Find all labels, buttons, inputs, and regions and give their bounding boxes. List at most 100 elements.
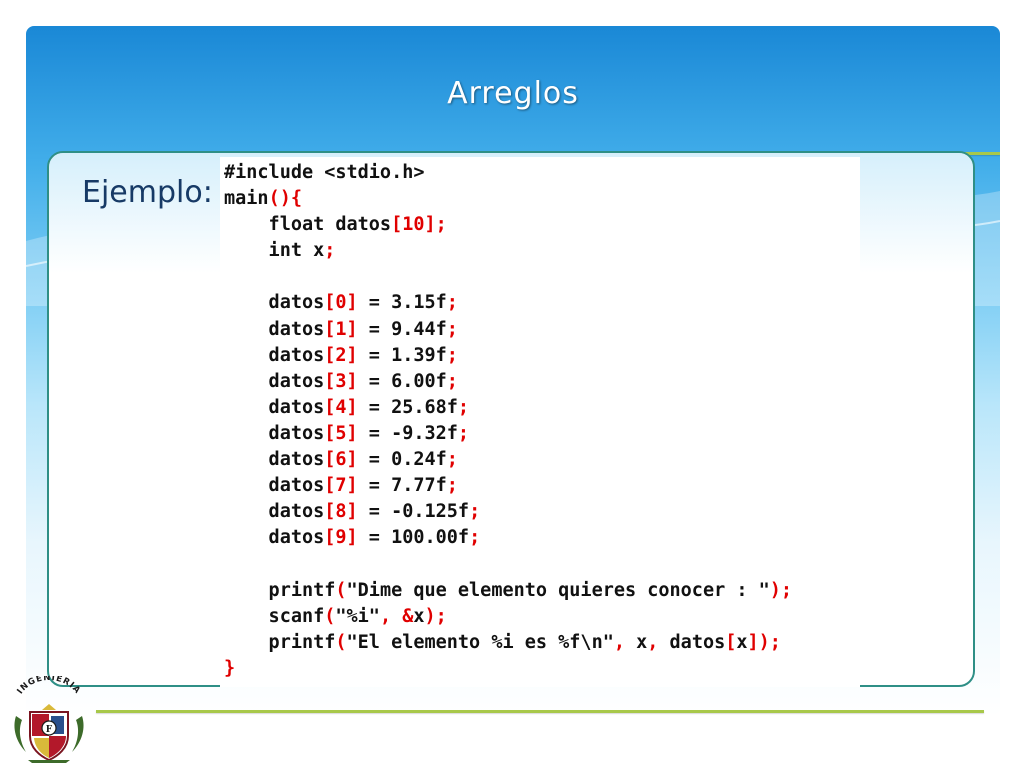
code-line: } [224,656,792,682]
code-line: datos[3] = 6.00f; [224,369,792,395]
code-token: 1.39f [391,344,447,366]
code-token: ; [446,370,458,392]
code-token: ; [469,527,481,549]
code-token: ] [346,396,358,418]
code-token: [ [324,370,336,392]
code-line: datos[0] = 3.15f; [224,290,792,316]
code-token: 3.15f [391,292,447,314]
code-token: ; [469,501,481,523]
code-token: ] [346,422,358,444]
code-token: [ [324,318,336,340]
code-token: #include <stdio.h> [224,162,425,183]
code-token: ); [424,605,447,627]
code-token: [ [324,449,336,471]
code-token: (){ [268,188,302,210]
code-token: datos [224,501,325,523]
code-token: -0.125f [391,501,470,523]
code-token: ); [769,579,793,601]
code-token: "%i" [335,605,380,627]
code-line: datos[7] = 7.77f; [224,473,792,499]
code-token: = [357,422,392,444]
code-line: int x; [224,238,792,264]
code-line: datos[1] = 9.44f; [224,317,792,343]
code-token: x [413,605,425,627]
code-token: ( [335,579,347,601]
code-token: ] [346,527,358,549]
code-token: ; [446,344,458,366]
code-line: datos[6] = 0.24f; [224,447,792,473]
code-token: [ [324,396,336,418]
code-token: 6 [335,449,347,471]
code-token: = [357,344,392,366]
code-token: [ [324,475,336,497]
code-line: datos[4] = 25.68f; [224,395,792,421]
code-token: datos [224,344,325,366]
code-token: 2 [335,344,347,366]
code-token: x [736,631,748,653]
code-line: float datos[10]; [224,212,792,238]
code-token: 9.44f [391,318,447,340]
code-token: scanf [224,605,325,627]
code-token: [ [324,527,336,549]
svg-text:F: F [46,725,53,735]
code-token: ] [346,344,358,366]
code-token: datos [224,318,325,340]
code-token: ; [446,449,458,471]
seal-arc-text: INGENIERIA [15,676,81,696]
code-token: int x [224,240,325,262]
code-token: -9.32f [391,422,458,444]
code-token: = [357,475,392,497]
svg-text:INGENIERIA: INGENIERIA [15,676,82,696]
code-token: , [613,631,637,653]
code-token: = [357,318,392,340]
code-token: printf [224,579,336,601]
code-token: ( [335,631,347,653]
code-block: #include <stdio.h> main(){ float datos[10… [224,160,792,682]
code-token: 0.24f [391,449,447,471]
code-token: "Dime que elemento quieres conocer : " [346,579,770,601]
code-token: = [357,501,392,523]
code-token: ; [457,422,470,444]
code-token: = [357,370,392,392]
code-token: , [647,631,670,653]
code-token: = [357,527,392,549]
slide-title: Arreglos [447,76,579,111]
code-token: 5 [335,422,347,444]
code-token: 3 [335,370,347,392]
code-line: main(){ [224,186,792,212]
code-line: printf("El elemento %i es %f\n", x, dato… [224,630,792,656]
code-token: [ [324,292,336,314]
code-token: ]; [424,214,447,236]
code-token: } [224,657,236,679]
code-token: 100.00f [391,527,470,549]
code-token: [ [324,422,336,444]
code-token: ( [324,605,336,627]
code-line: datos[8] = -0.125f; [224,499,792,525]
code-token: datos [224,396,325,418]
code-token: datos [224,292,325,314]
code-token: 8 [335,501,347,523]
code-token: "El elemento %i es %f\n" [346,631,614,653]
code-token: ; [446,318,458,340]
code-token: [ [391,214,403,236]
code-token: = [357,396,392,418]
code-token: , & [379,605,414,627]
code-token: ] [346,370,358,392]
code-token: 25.68f [391,396,458,418]
code-token: datos [224,475,325,497]
code-line: datos[5] = -9.32f; [224,421,792,447]
code-token: ] [346,449,358,471]
code-line: scanf("%i", &x); [224,604,792,630]
code-token: [ [725,631,737,653]
code-token: 1 [335,318,347,340]
code-token: ]); [747,631,781,653]
code-token: 9 [335,527,347,549]
code-token: datos [224,422,325,444]
code-token: [ [324,501,336,523]
code-token: datos [224,370,325,392]
code-line: printf("Dime que elemento quieres conoce… [224,578,793,604]
code-token: 7.77f [391,475,447,497]
code-token: ; [446,292,458,314]
code-token: [ [324,344,336,366]
code-token: float datos [224,214,392,236]
